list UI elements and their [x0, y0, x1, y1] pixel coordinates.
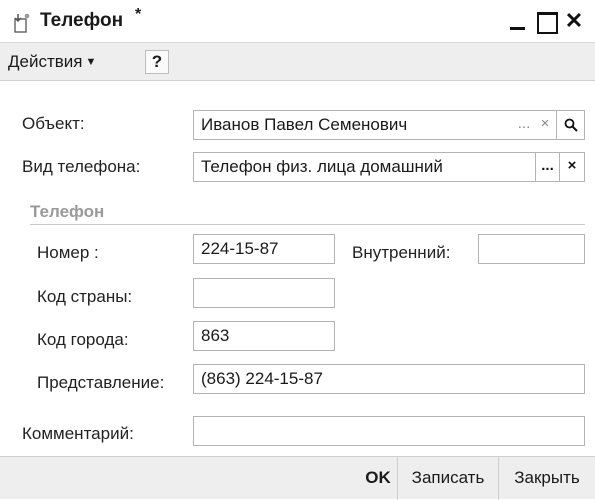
dialog-button-bar: OK Записать Закрыть [0, 456, 595, 500]
presentation-label: Представление: [37, 373, 165, 392]
phone-type-select-button[interactable]: ... [535, 153, 559, 181]
actions-menu-button[interactable]: Действия ▼ [8, 52, 96, 72]
phone-dialog-window: Телефон * ✕ Действия ▼ ? Объект: Иванов П… [0, 0, 595, 500]
section-divider [30, 224, 585, 225]
internal-field[interactable] [478, 234, 585, 264]
country-code-label: Код страны: [37, 287, 133, 306]
object-label: Объект: [22, 114, 85, 133]
internal-label: Внутренний: [352, 243, 451, 262]
toolbar: Действия ▼ ? [0, 42, 595, 81]
city-code-field[interactable]: 863 [193, 321, 335, 351]
phone-section-title: Телефон [30, 202, 105, 221]
phone-type-value: Телефон физ. лица домашний [201, 157, 443, 176]
object-value: Иванов Павел Семенович [201, 115, 408, 134]
phone-type-clear-button[interactable]: × [559, 153, 584, 181]
ok-button[interactable]: OK [360, 457, 396, 500]
object-clear-button[interactable]: × [535, 111, 555, 139]
actions-label: Действия [8, 52, 83, 71]
number-label: Номер : [37, 243, 99, 262]
help-button[interactable]: ? [145, 50, 169, 74]
comment-label: Комментарий: [22, 424, 134, 443]
presentation-field[interactable]: (863) 224-15-87 [193, 364, 585, 394]
close-window-button[interactable]: ✕ [562, 8, 586, 34]
close-button[interactable]: Закрыть [499, 457, 595, 500]
number-field[interactable]: 224-15-87 [193, 234, 335, 264]
phone-type-label: Вид телефона: [22, 157, 141, 176]
comment-field[interactable] [193, 416, 585, 446]
document-icon [14, 13, 30, 33]
minimize-button[interactable] [506, 8, 530, 34]
window-title: Телефон [40, 10, 124, 31]
object-field[interactable]: Иванов Павел Семенович ... × [193, 110, 585, 140]
city-code-label: Код города: [37, 330, 129, 349]
phone-type-field[interactable]: Телефон физ. лица домашний ... × [193, 152, 585, 182]
chevron-down-icon: ▼ [85, 56, 97, 68]
object-search-button[interactable] [556, 111, 584, 139]
object-select-button[interactable]: ... [514, 111, 534, 139]
magnifier-icon [564, 118, 578, 132]
title-bar: Телефон * ✕ [0, 0, 595, 42]
modified-indicator: * [135, 6, 142, 23]
country-code-field[interactable] [193, 278, 335, 308]
save-button[interactable]: Записать [397, 457, 499, 500]
maximize-button[interactable] [533, 8, 558, 34]
